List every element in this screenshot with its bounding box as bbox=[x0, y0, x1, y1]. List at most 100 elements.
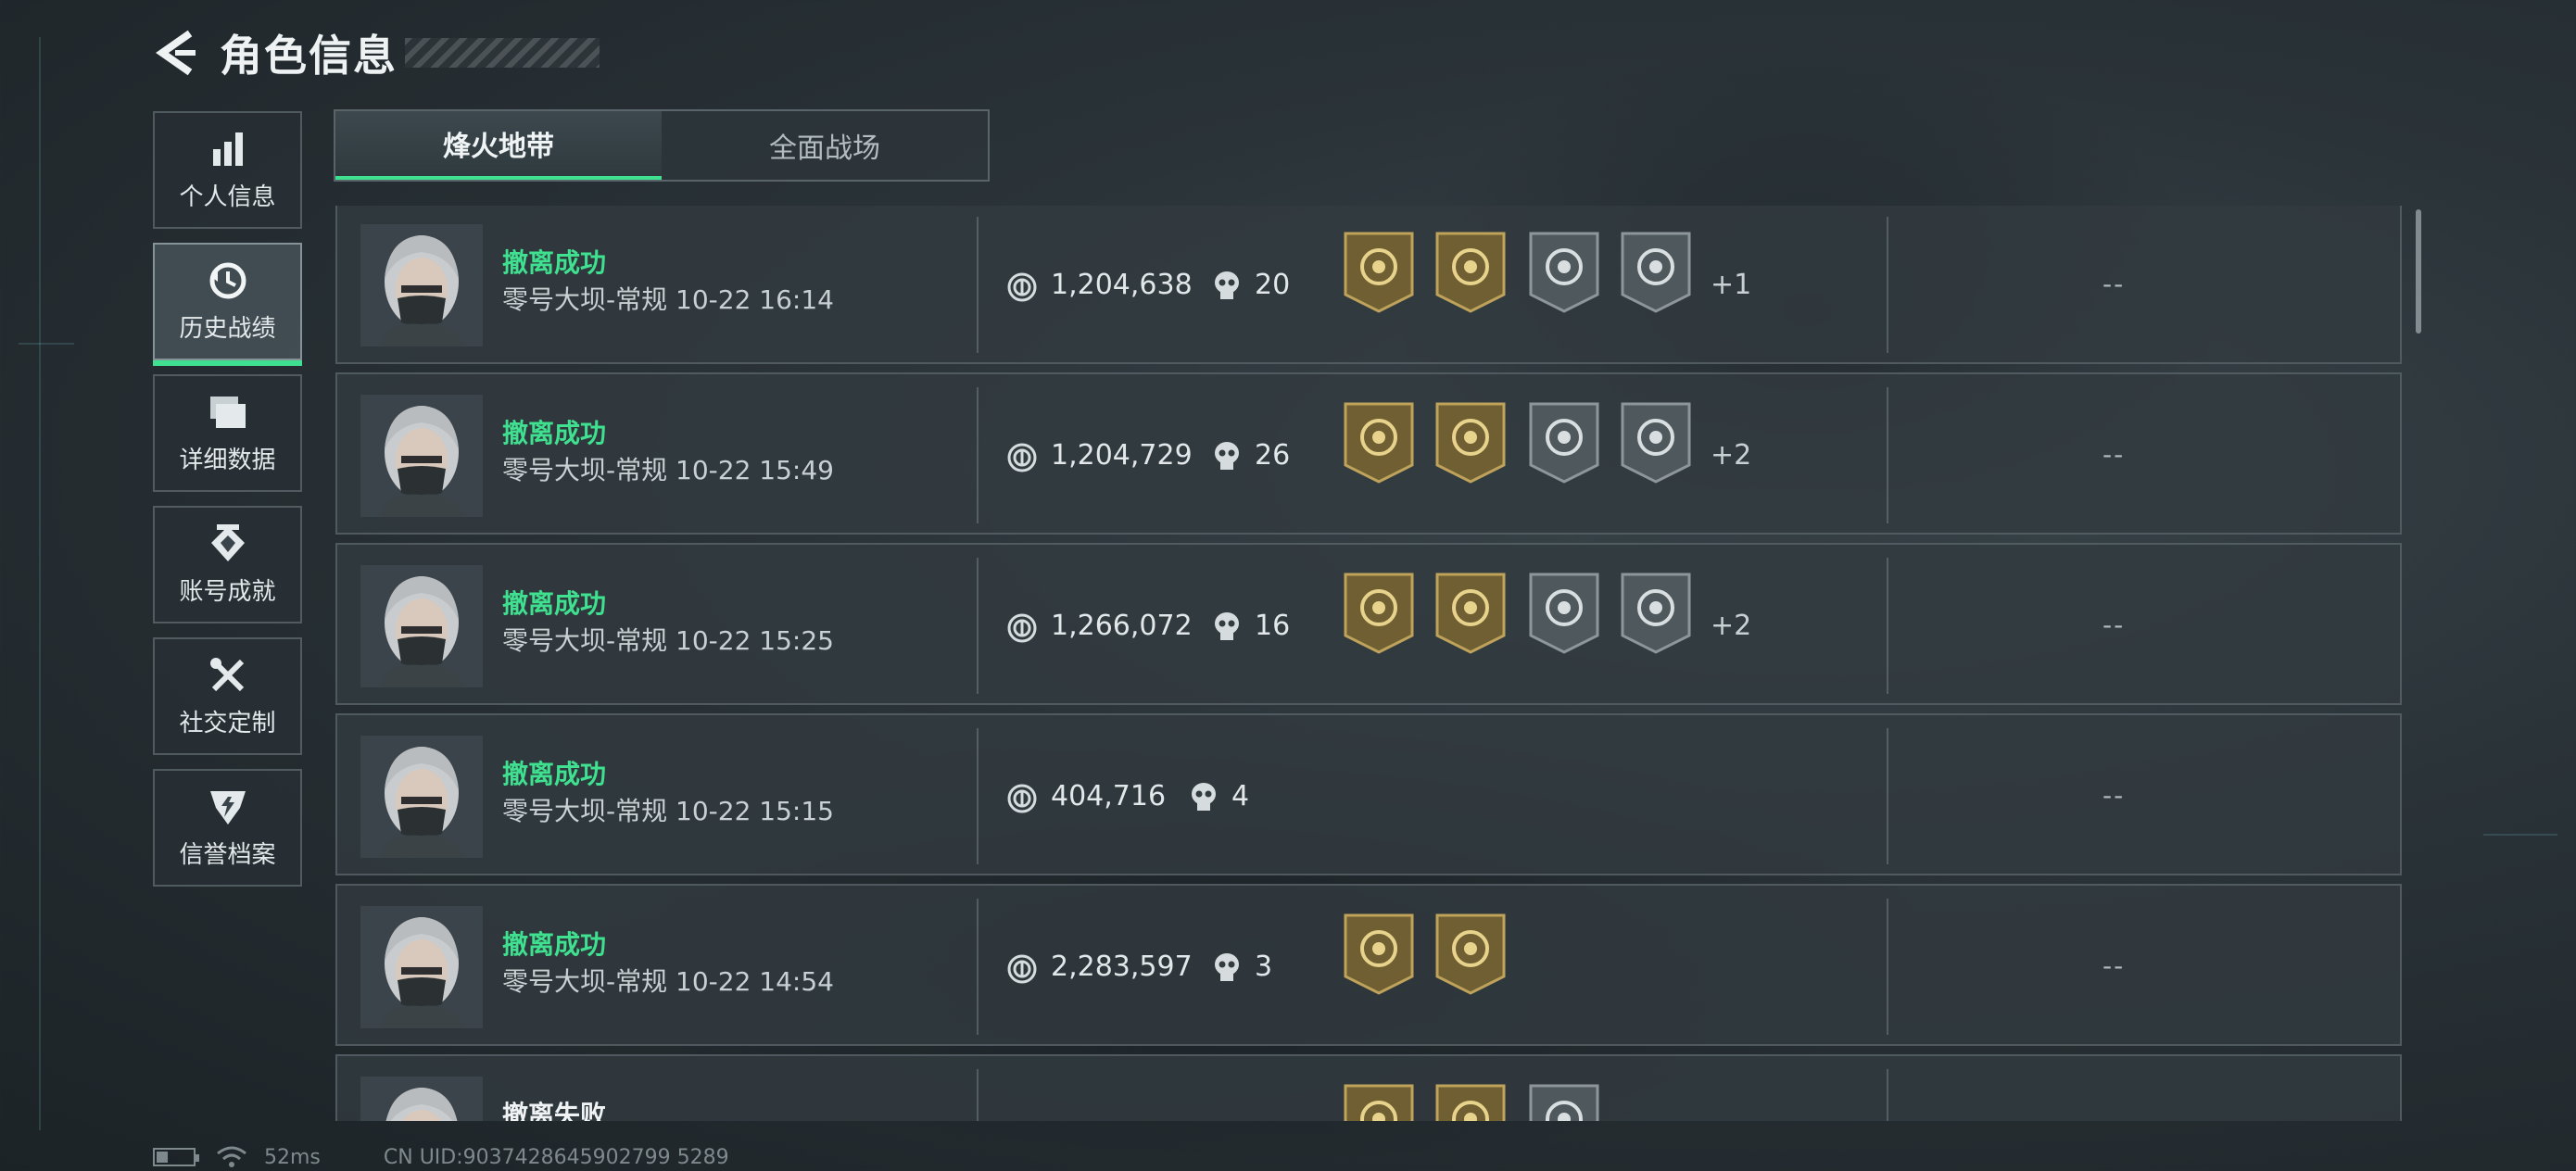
gold-sun-badge[interactable] bbox=[1342, 400, 1416, 484]
empty-value: -- bbox=[2102, 951, 2126, 981]
match-record-row[interactable]: 撤离成功 零号大坝-常规 10-22 15:49 1,204,729 26 +2 -- bbox=[335, 372, 2402, 535]
silver-crosshair-badge[interactable] bbox=[1619, 230, 1693, 313]
map-mode: 零号大坝-常规 bbox=[502, 966, 668, 997]
gold-emblem-badge[interactable] bbox=[1433, 230, 1508, 313]
ping-text: 52ms bbox=[264, 1145, 321, 1169]
skull-icon bbox=[1213, 611, 1241, 643]
match-time: 10-22 16:14 bbox=[676, 284, 834, 315]
page-header: 角色信息 bbox=[153, 20, 600, 85]
sidebar: 个人信息 历史战绩 详细数据 账号成就 社交定制 信誉档案 bbox=[153, 111, 302, 900]
silver-crosshair-badge[interactable] bbox=[1619, 400, 1693, 484]
value-amount: 1,204,638 bbox=[1051, 269, 1193, 301]
player-avatar bbox=[360, 1077, 483, 1121]
kill-count: 16 bbox=[1255, 610, 1291, 642]
match-time: 10-22 15:15 bbox=[676, 796, 834, 826]
tab-fenghuo[interactable]: 烽火地带 bbox=[335, 111, 662, 180]
battery-icon bbox=[153, 1148, 199, 1166]
kill-count: 4 bbox=[1231, 780, 1250, 812]
player-avatar bbox=[360, 224, 483, 346]
silver-burst-badge[interactable] bbox=[1527, 1082, 1601, 1121]
tools-icon bbox=[207, 654, 249, 697]
sidebar-item-label: 社交定制 bbox=[179, 710, 276, 737]
mode-tabs: 烽火地带 全面战场 bbox=[334, 109, 990, 182]
decorative-line bbox=[19, 343, 74, 345]
page-title: 角色信息 bbox=[220, 31, 398, 81]
column-divider bbox=[1887, 1069, 1888, 1121]
value-amount: 404,716 bbox=[1051, 780, 1167, 812]
decorative-line bbox=[39, 37, 41, 1130]
sidebar-item-social[interactable]: 社交定制 bbox=[153, 637, 302, 755]
sidebar-item-label: 历史战绩 bbox=[179, 315, 276, 343]
match-record-row[interactable]: 撤离成功 零号大坝-常规 10-22 15:25 1,266,072 16 +2 -- bbox=[335, 543, 2402, 705]
player-avatar bbox=[360, 395, 483, 517]
column-divider bbox=[977, 1069, 979, 1121]
match-time: 10-22 15:25 bbox=[676, 625, 834, 656]
match-record-row[interactable]: 撤离失败零号大坝-常规 10-22 14:30228,90016-- bbox=[335, 1054, 2402, 1121]
match-record-row[interactable]: 撤离成功 零号大坝-常规 10-22 15:15 404,716 4 -- bbox=[335, 713, 2402, 875]
back-arrow-icon[interactable] bbox=[153, 25, 199, 81]
column-divider bbox=[977, 558, 979, 694]
sidebar-item-personal-info[interactable]: 个人信息 bbox=[153, 111, 302, 229]
gold-emblem-badge[interactable] bbox=[1433, 912, 1508, 995]
kill-count: 3 bbox=[1255, 951, 1273, 983]
skull-icon bbox=[1190, 782, 1218, 813]
sidebar-item-reputation[interactable]: 信誉档案 bbox=[153, 769, 302, 887]
empty-value: -- bbox=[2102, 439, 2126, 470]
silver-checklist-badge[interactable] bbox=[1527, 400, 1601, 484]
gold-sun-badge[interactable] bbox=[1342, 1082, 1416, 1121]
gold-skull-badge[interactable] bbox=[1433, 1082, 1508, 1121]
sidebar-item-achievements[interactable]: 账号成就 bbox=[153, 506, 302, 623]
player-avatar bbox=[360, 736, 483, 858]
scrollbar[interactable] bbox=[2416, 209, 2421, 334]
reputation-shield-icon bbox=[207, 786, 249, 828]
more-badges-count[interactable]: +1 bbox=[1711, 269, 1751, 301]
column-divider bbox=[1887, 558, 1888, 694]
skull-icon bbox=[1213, 952, 1241, 984]
column-divider bbox=[977, 728, 979, 864]
tab-full-battlefield[interactable]: 全面战场 bbox=[662, 111, 988, 180]
match-detail: 零号大坝-常规 10-22 15:15 bbox=[502, 791, 834, 828]
player-avatar bbox=[360, 906, 483, 1028]
extraction-status: 撤离成功 bbox=[502, 418, 607, 448]
gold-sun-badge[interactable] bbox=[1342, 912, 1416, 995]
map-mode: 零号大坝-常规 bbox=[502, 284, 668, 315]
match-detail: 零号大坝-常规 10-22 15:49 bbox=[502, 450, 834, 487]
more-badges-count[interactable]: +2 bbox=[1711, 439, 1751, 472]
match-detail: 零号大坝-常规 10-22 16:14 bbox=[502, 280, 834, 317]
silver-checklist-badge[interactable] bbox=[1527, 230, 1601, 313]
title-decoration bbox=[405, 38, 600, 68]
gold-emblem-badge[interactable] bbox=[1433, 400, 1508, 484]
bar-chart-icon bbox=[207, 128, 249, 170]
empty-value: -- bbox=[2102, 610, 2126, 640]
gold-sun-badge[interactable] bbox=[1342, 230, 1416, 313]
kill-count: 26 bbox=[1255, 439, 1291, 472]
gold-sun-badge[interactable] bbox=[1342, 571, 1416, 654]
skull-icon bbox=[1213, 441, 1241, 472]
sidebar-item-detailed-data[interactable]: 详细数据 bbox=[153, 374, 302, 492]
silver-crosshair-badge[interactable] bbox=[1619, 571, 1693, 654]
extraction-status: 撤离成功 bbox=[502, 247, 607, 278]
match-record-row[interactable]: 撤离成功 零号大坝-常规 10-22 14:54 2,283,597 3 -- bbox=[335, 884, 2402, 1046]
currency-icon bbox=[1006, 783, 1038, 814]
sidebar-item-history[interactable]: 历史战绩 bbox=[153, 243, 302, 366]
column-divider bbox=[1887, 387, 1888, 523]
extraction-status: 撤离成功 bbox=[502, 759, 607, 789]
extraction-status: 撤离成功 bbox=[502, 588, 607, 619]
sidebar-item-label: 个人信息 bbox=[179, 183, 276, 211]
column-divider bbox=[1887, 728, 1888, 864]
match-detail: 零号大坝-常规 10-22 14:54 bbox=[502, 962, 834, 999]
match-detail: 零号大坝-常规 10-22 15:25 bbox=[502, 621, 834, 658]
gold-emblem-badge[interactable] bbox=[1433, 571, 1508, 654]
column-divider bbox=[977, 899, 979, 1035]
more-badges-count[interactable]: +2 bbox=[1711, 610, 1751, 642]
achievement-icon bbox=[207, 523, 249, 565]
currency-icon bbox=[1006, 953, 1038, 985]
match-record-row[interactable]: 撤离成功 零号大坝-常规 10-22 16:14 1,204,638 20 +1 -- bbox=[335, 206, 2402, 364]
skull-icon bbox=[1213, 271, 1241, 302]
currency-icon bbox=[1006, 612, 1038, 644]
match-history-list[interactable]: 撤离成功 零号大坝-常规 10-22 16:14 1,204,638 20 +1 -- 撤离… bbox=[335, 206, 2402, 1121]
folder-icon bbox=[207, 391, 249, 434]
kill-count: 20 bbox=[1255, 269, 1291, 301]
decorative-line bbox=[2483, 834, 2557, 836]
silver-checklist-badge[interactable] bbox=[1527, 571, 1601, 654]
